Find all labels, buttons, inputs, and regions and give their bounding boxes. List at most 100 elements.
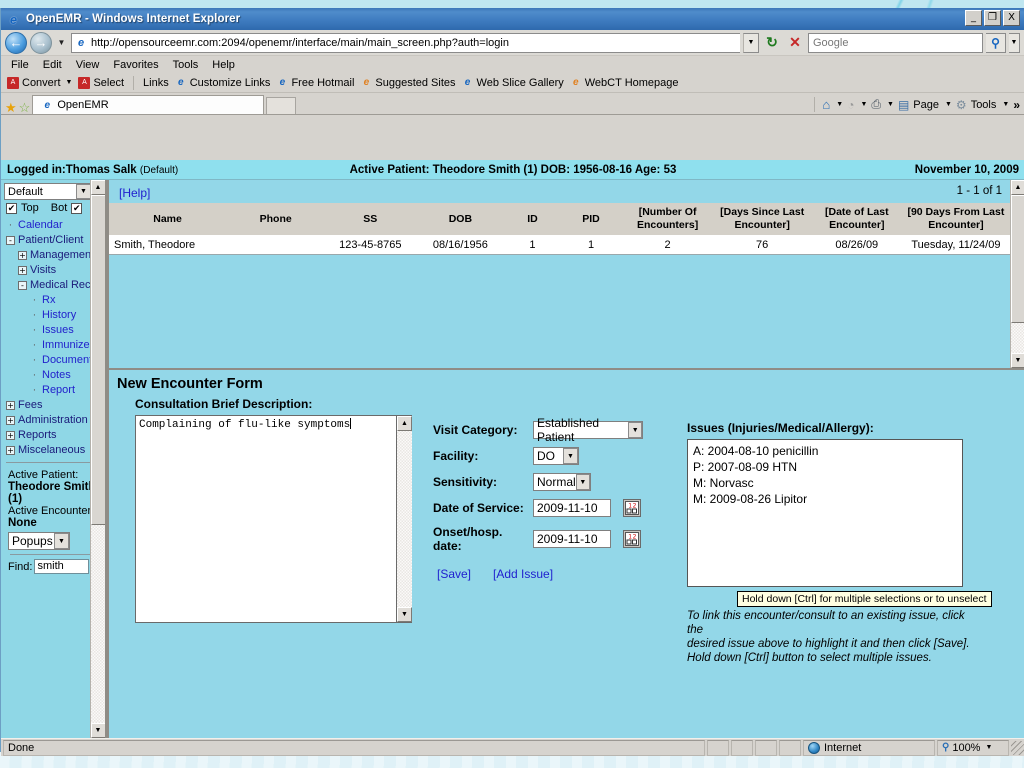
- scroll-track[interactable]: [1010, 323, 1024, 353]
- issues-listbox[interactable]: A: 2004-08-10 penicillin P: 2007-08-09 H…: [687, 439, 963, 587]
- description-scrollbar[interactable]: ▲ ▼: [397, 415, 412, 623]
- convert-caret-icon[interactable]: ▼: [66, 79, 73, 86]
- patient-frame-scrollbar[interactable]: ▲ ▼: [1010, 180, 1024, 368]
- feeds-caret-icon[interactable]: ▼: [860, 101, 867, 108]
- tools-caret-icon[interactable]: ▼: [1002, 101, 1009, 108]
- forward-button[interactable]: →: [30, 31, 52, 54]
- link-webct-homepage[interactable]: e WebCT Homepage: [570, 77, 679, 89]
- facility-select[interactable]: DO ▼: [533, 447, 579, 465]
- sidebar-item-notes[interactable]: · Notes: [4, 368, 102, 383]
- column-pid[interactable]: PID: [559, 203, 623, 236]
- column-90-days-from-last-encounter[interactable]: [90 Days From Last Encounter]: [901, 203, 1010, 236]
- scroll-up-icon[interactable]: ▲: [1010, 180, 1024, 195]
- sidebar-item-rx[interactable]: · Rx: [4, 293, 102, 308]
- command-overflow-icon[interactable]: »: [1013, 98, 1020, 112]
- tree-toggle-icon[interactable]: +: [18, 251, 27, 260]
- close-button[interactable]: X: [1003, 10, 1020, 26]
- menu-item-file[interactable]: File: [11, 59, 29, 71]
- sidebar-item-administration[interactable]: + Administration: [4, 413, 102, 428]
- scroll-down-icon[interactable]: ▼: [397, 607, 412, 622]
- column-id[interactable]: ID: [505, 203, 560, 236]
- tree-toggle-icon[interactable]: -: [18, 281, 27, 290]
- column-name[interactable]: Name: [109, 203, 227, 236]
- sidebar-item-issues[interactable]: · Issues: [4, 323, 102, 338]
- help-link[interactable]: [Help]: [109, 180, 1010, 203]
- chevron-down-icon[interactable]: ▼: [54, 533, 69, 549]
- scroll-track[interactable]: [90, 525, 105, 723]
- link-suggested-sites[interactable]: e Suggested Sites: [360, 77, 456, 89]
- tree-toggle-icon[interactable]: +: [18, 266, 27, 275]
- sidebar-item-miscelaneous[interactable]: + Miscelaneous: [4, 443, 102, 458]
- tree-toggle-icon[interactable]: +: [6, 416, 15, 425]
- scroll-up-icon[interactable]: ▲: [90, 180, 105, 195]
- theme-select[interactable]: Default ▼: [4, 183, 92, 200]
- convert-button[interactable]: A Convert ▼: [7, 76, 73, 89]
- find-input[interactable]: smith: [34, 559, 90, 574]
- gear-icon[interactable]: ⚙: [956, 98, 967, 112]
- sidebar-scrollbar[interactable]: ▲ ▼: [90, 180, 105, 738]
- sidebar-item-calendar[interactable]: · Calendar: [4, 218, 102, 233]
- select-button[interactable]: A Select: [78, 76, 124, 89]
- address-input[interactable]: e http://opensourceemr.com:2094/openemr/…: [71, 32, 740, 53]
- history-dropdown-icon[interactable]: ▼: [55, 38, 68, 47]
- menu-item-favorites[interactable]: Favorites: [113, 59, 158, 71]
- tools-menu-label[interactable]: Tools: [971, 99, 997, 111]
- search-input[interactable]: Google: [808, 32, 983, 53]
- page-menu-label[interactable]: Page: [913, 99, 939, 111]
- zoom-control[interactable]: ⚲ 100% ▼: [937, 739, 1009, 756]
- new-tab-button[interactable]: [266, 97, 297, 114]
- search-icon[interactable]: ⚲: [986, 32, 1006, 53]
- sidebar-item-fees[interactable]: + Fees: [4, 398, 102, 413]
- scroll-up-icon[interactable]: ▲: [397, 416, 412, 431]
- add-issue-button[interactable]: [Add Issue]: [493, 567, 553, 581]
- chevron-down-icon[interactable]: ▼: [628, 422, 642, 438]
- column-dob[interactable]: DOB: [415, 203, 506, 236]
- list-item[interactable]: M: 2009-08-26 Lipitor: [693, 491, 957, 507]
- table-row[interactable]: Smith, Theodore 123-45-8765 08/16/1956 1…: [109, 235, 1010, 255]
- zoom-caret-icon[interactable]: ▼: [985, 744, 992, 751]
- chevron-down-icon[interactable]: ▼: [575, 474, 590, 490]
- save-button[interactable]: [Save]: [437, 567, 471, 581]
- scroll-thumb[interactable]: [90, 195, 105, 525]
- address-dropdown-icon[interactable]: ▼: [743, 32, 759, 53]
- minimize-button[interactable]: _: [965, 10, 982, 26]
- security-zone[interactable]: Internet: [803, 739, 935, 756]
- list-item[interactable]: P: 2007-08-09 HTN: [693, 459, 957, 475]
- page-icon[interactable]: ▤: [898, 98, 909, 112]
- sidebar-item-history[interactable]: · History: [4, 308, 102, 323]
- search-dropdown-icon[interactable]: ▼: [1009, 32, 1020, 53]
- scroll-thumb[interactable]: [1010, 195, 1024, 323]
- column-date-of-last-encounter[interactable]: [Date of Last Encounter]: [811, 203, 902, 236]
- sidebar-item-management[interactable]: + Management: [4, 248, 102, 263]
- calendar-icon[interactable]: 1 2: [623, 499, 641, 517]
- link-free-hotmail[interactable]: e Free Hotmail: [276, 77, 355, 89]
- column-number-of-encounters[interactable]: [Number Of Encounters]: [622, 203, 713, 236]
- tree-toggle-icon[interactable]: +: [6, 446, 15, 455]
- column-ss[interactable]: SS: [325, 203, 416, 236]
- back-button[interactable]: ←: [5, 31, 27, 54]
- favorites-star-icon[interactable]: ★: [5, 101, 17, 114]
- top-checkbox[interactable]: ✔: [6, 202, 17, 214]
- home-icon[interactable]: ⌂: [822, 97, 830, 112]
- link-customize-links[interactable]: e Customize Links: [175, 77, 270, 89]
- bot-checkbox[interactable]: ✔: [71, 202, 83, 214]
- column-days-since-last-encounter[interactable]: [Days Since Last Encounter]: [712, 203, 812, 236]
- sidebar-item-patient-client[interactable]: - Patient/Client: [4, 233, 102, 248]
- sidebar-item-report[interactable]: · Report: [4, 383, 102, 398]
- maximize-button[interactable]: ❐: [984, 10, 1001, 26]
- page-caret-icon[interactable]: ▼: [945, 101, 952, 108]
- onset-date-input[interactable]: 2009-11-10: [533, 530, 611, 548]
- tree-toggle-icon[interactable]: +: [6, 431, 15, 440]
- list-item[interactable]: M: Norvasc: [693, 475, 957, 491]
- sidebar-item-medical-record[interactable]: - Medical Record: [4, 278, 105, 293]
- calendar-icon[interactable]: 1 2: [623, 530, 641, 548]
- scroll-track[interactable]: [397, 431, 412, 607]
- stop-icon[interactable]: ✕: [785, 33, 805, 53]
- description-textarea[interactable]: Complaining of flu-like symptoms: [135, 415, 397, 623]
- date-of-service-input[interactable]: 2009-11-10: [533, 499, 611, 517]
- add-favorite-star-icon[interactable]: ☆: [19, 101, 31, 114]
- menu-item-help[interactable]: Help: [212, 59, 235, 71]
- sidebar-item-reports[interactable]: + Reports: [4, 428, 102, 443]
- menu-item-tools[interactable]: Tools: [173, 59, 199, 71]
- menu-item-edit[interactable]: Edit: [43, 59, 62, 71]
